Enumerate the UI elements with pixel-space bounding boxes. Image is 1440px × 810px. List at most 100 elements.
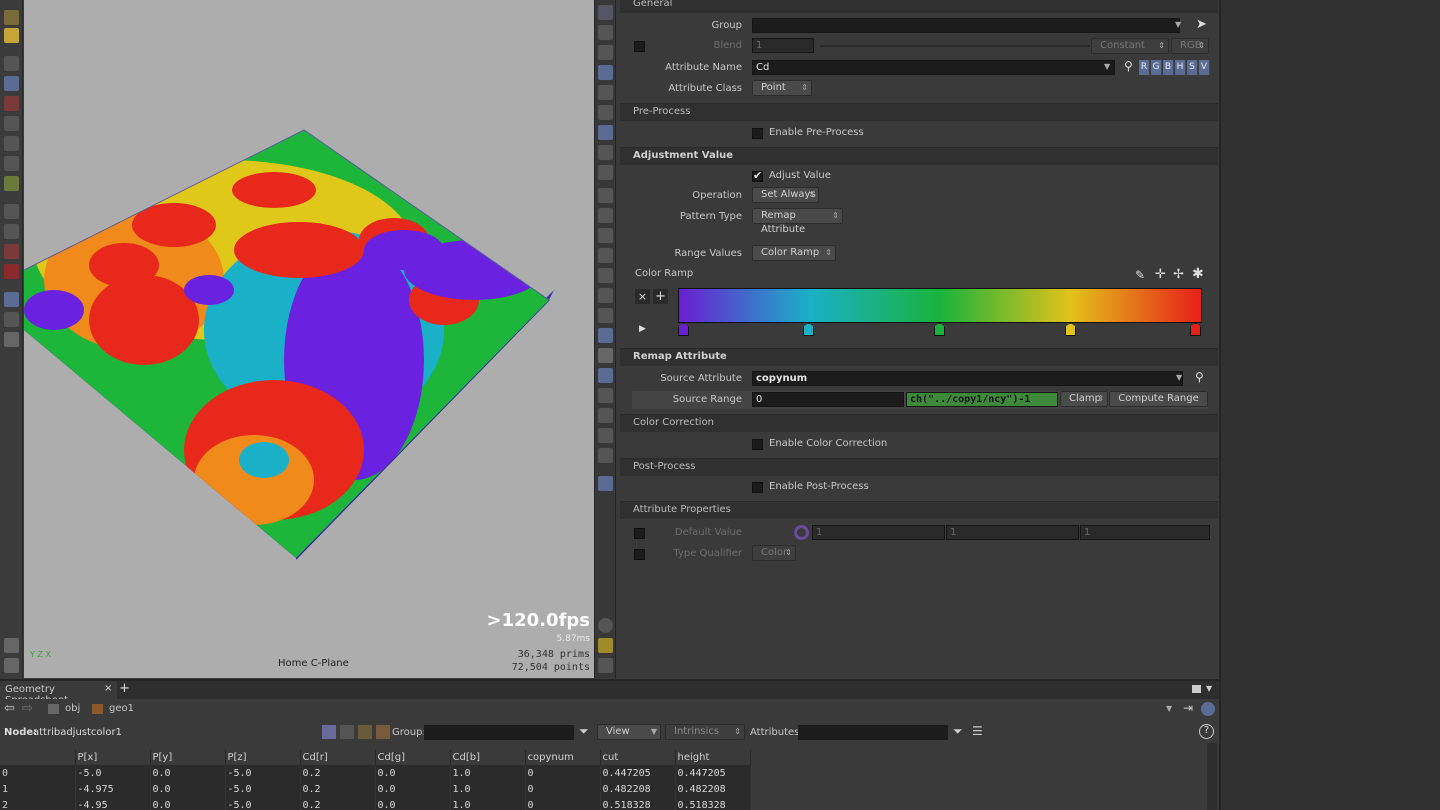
- type-qualifier-menu[interactable]: Color ⇕: [752, 545, 796, 561]
- close-view-icon[interactable]: [598, 45, 613, 60]
- section-color-correction[interactable]: Color Correction: [620, 414, 1218, 432]
- column-header[interactable]: [0, 750, 76, 766]
- r-button[interactable]: R: [1139, 60, 1150, 75]
- viewport[interactable]: >120.0fps 5.87ms 36,348 prims 72,504 poi…: [24, 0, 594, 678]
- attributes-filter-icon[interactable]: ⏷: [953, 724, 963, 739]
- magnet-icon[interactable]: [4, 264, 19, 279]
- prims-mode-icon[interactable]: [358, 725, 372, 739]
- pin-pane-icon[interactable]: ⇥: [1183, 701, 1193, 715]
- column-header[interactable]: Cd[r]: [300, 750, 376, 766]
- layer-icon[interactable]: [598, 368, 613, 383]
- color-correction-checkbox[interactable]: [752, 439, 763, 450]
- column-header[interactable]: cut: [600, 750, 676, 766]
- attr-name-field[interactable]: Cd: [752, 60, 1115, 75]
- column-header[interactable]: height: [675, 750, 751, 766]
- section-postprocess[interactable]: Post-Process: [620, 458, 1218, 476]
- close-tab-icon[interactable]: ×: [104, 683, 112, 694]
- display-icon[interactable]: [4, 658, 19, 673]
- lock-icon[interactable]: [4, 76, 19, 91]
- section-adjustment[interactable]: Adjustment Value: [620, 147, 1218, 165]
- view-menu[interactable]: View ▼: [597, 724, 661, 740]
- ramp-key-marker[interactable]: [934, 323, 945, 336]
- source-range-max[interactable]: ch("../copy1/ncy")-1: [906, 392, 1058, 407]
- link-icon[interactable]: [1201, 702, 1215, 716]
- ramp-key-marker[interactable]: [678, 323, 689, 336]
- pin-icon[interactable]: [598, 476, 613, 491]
- column-header[interactable]: P[x]: [75, 750, 151, 766]
- table-row[interactable]: 1 -4.975 0.0 -5.0 0.2 0.0 1.0 0 0.482208 0.482208: [0, 781, 751, 797]
- table-scrollbar[interactable]: [1207, 743, 1217, 810]
- ramp-delete-icon[interactable]: ×: [635, 289, 650, 304]
- vertices-mode-icon[interactable]: [340, 725, 354, 739]
- color-wheel-icon[interactable]: [794, 525, 809, 540]
- columns-icon[interactable]: ☰: [972, 724, 983, 738]
- ramp-gear-icon[interactable]: ✱: [1192, 266, 1204, 282]
- snap-grid-icon[interactable]: [4, 204, 19, 219]
- render-icon[interactable]: [4, 332, 19, 347]
- prim-number-icon[interactable]: [598, 288, 613, 303]
- light-icon[interactable]: [598, 85, 613, 100]
- lock-camera-icon[interactable]: [598, 25, 613, 40]
- attr-pin-icon[interactable]: ⚲: [1124, 59, 1133, 73]
- tab-geometry-spreadsheet[interactable]: Geometry Spreadsheet ×: [0, 681, 117, 706]
- section-remap[interactable]: Remap Attribute: [620, 348, 1218, 366]
- v-button[interactable]: V: [1199, 60, 1210, 75]
- display-options-icon[interactable]: [598, 5, 613, 20]
- object-mode-icon[interactable]: [4, 28, 19, 43]
- column-header[interactable]: P[y]: [150, 750, 226, 766]
- clamp-menu[interactable]: Clamp ⇕: [1060, 391, 1108, 407]
- pane-dropdown-icon[interactable]: ▼: [1206, 684, 1212, 693]
- blend-mode-menu[interactable]: Constant ⇕: [1091, 38, 1169, 54]
- source-attr-pin-icon[interactable]: ⚲: [1195, 370, 1204, 384]
- h-button[interactable]: H: [1175, 60, 1186, 75]
- back-icon[interactable]: ⇦: [4, 701, 15, 716]
- camera-icon[interactable]: [4, 312, 19, 327]
- select-arrow-icon[interactable]: [4, 56, 19, 71]
- intrinsics-menu[interactable]: Intrinsics ⇕: [665, 724, 745, 740]
- path-dropdown-icon[interactable]: ▼: [1166, 704, 1172, 713]
- column-header[interactable]: copynum: [525, 750, 601, 766]
- section-attr-props[interactable]: Attribute Properties: [620, 501, 1218, 519]
- points-mode-icon[interactable]: [322, 725, 336, 739]
- template-icon[interactable]: [598, 145, 613, 160]
- blend-slider[interactable]: [820, 45, 1090, 47]
- forward-icon[interactable]: ⇨: [22, 701, 33, 716]
- spreadsheet-table[interactable]: P[x] P[y] P[z] Cd[r] Cd[g] Cd[b] copynum cut hei…: [0, 750, 751, 810]
- ramp-pen-icon[interactable]: ✎: [1135, 268, 1145, 282]
- blend-space-menu[interactable]: RGB ⇕: [1171, 38, 1209, 54]
- eye-icon[interactable]: [598, 658, 613, 673]
- shading-icon[interactable]: [598, 65, 613, 80]
- operation-menu[interactable]: Set Always ⇕: [752, 187, 819, 203]
- checker-icon[interactable]: [598, 348, 613, 363]
- uv-icon[interactable]: [598, 308, 613, 323]
- headlight-icon[interactable]: [598, 105, 613, 120]
- ramp-key-marker[interactable]: [803, 323, 814, 336]
- path-obj[interactable]: obj: [65, 703, 80, 714]
- default-value-r[interactable]: 1: [812, 525, 945, 540]
- background-icon[interactable]: [598, 428, 613, 443]
- ramp-key-marker[interactable]: [1065, 323, 1076, 336]
- handle-icon[interactable]: [4, 176, 19, 191]
- snap-point-icon[interactable]: [4, 244, 19, 259]
- g-button[interactable]: G: [1151, 60, 1162, 75]
- adjust-value-checkbox[interactable]: [752, 169, 763, 182]
- help-icon[interactable]: ?: [1199, 724, 1214, 739]
- scale-icon[interactable]: [4, 136, 19, 151]
- attr-name-dropdown-icon[interactable]: ▼: [1104, 62, 1110, 71]
- select-mode-icon[interactable]: [4, 10, 19, 25]
- b-button[interactable]: B: [1163, 60, 1174, 75]
- select-arrow-icon[interactable]: ➤: [1196, 17, 1207, 32]
- snap-prim-icon[interactable]: [4, 224, 19, 239]
- normal-display-icon[interactable]: [598, 208, 613, 223]
- terrain-icon[interactable]: [598, 388, 613, 403]
- table-row[interactable]: 0 -5.0 0.0 -5.0 0.2 0.0 1.0 0 0.447205 0.447205: [0, 765, 751, 781]
- pattern-menu[interactable]: Remap Attribute ⇕: [752, 208, 843, 235]
- compute-range-button[interactable]: Compute Range: [1109, 391, 1208, 407]
- attributes-filter-field[interactable]: [798, 725, 948, 740]
- source-range-min[interactable]: 0: [752, 392, 904, 407]
- footprint-icon[interactable]: [598, 165, 613, 180]
- source-attr-field[interactable]: copynum: [752, 371, 1183, 386]
- ghost-icon[interactable]: [598, 125, 613, 140]
- section-preprocess[interactable]: Pre-Process: [620, 103, 1218, 121]
- edit-icon[interactable]: [598, 328, 613, 343]
